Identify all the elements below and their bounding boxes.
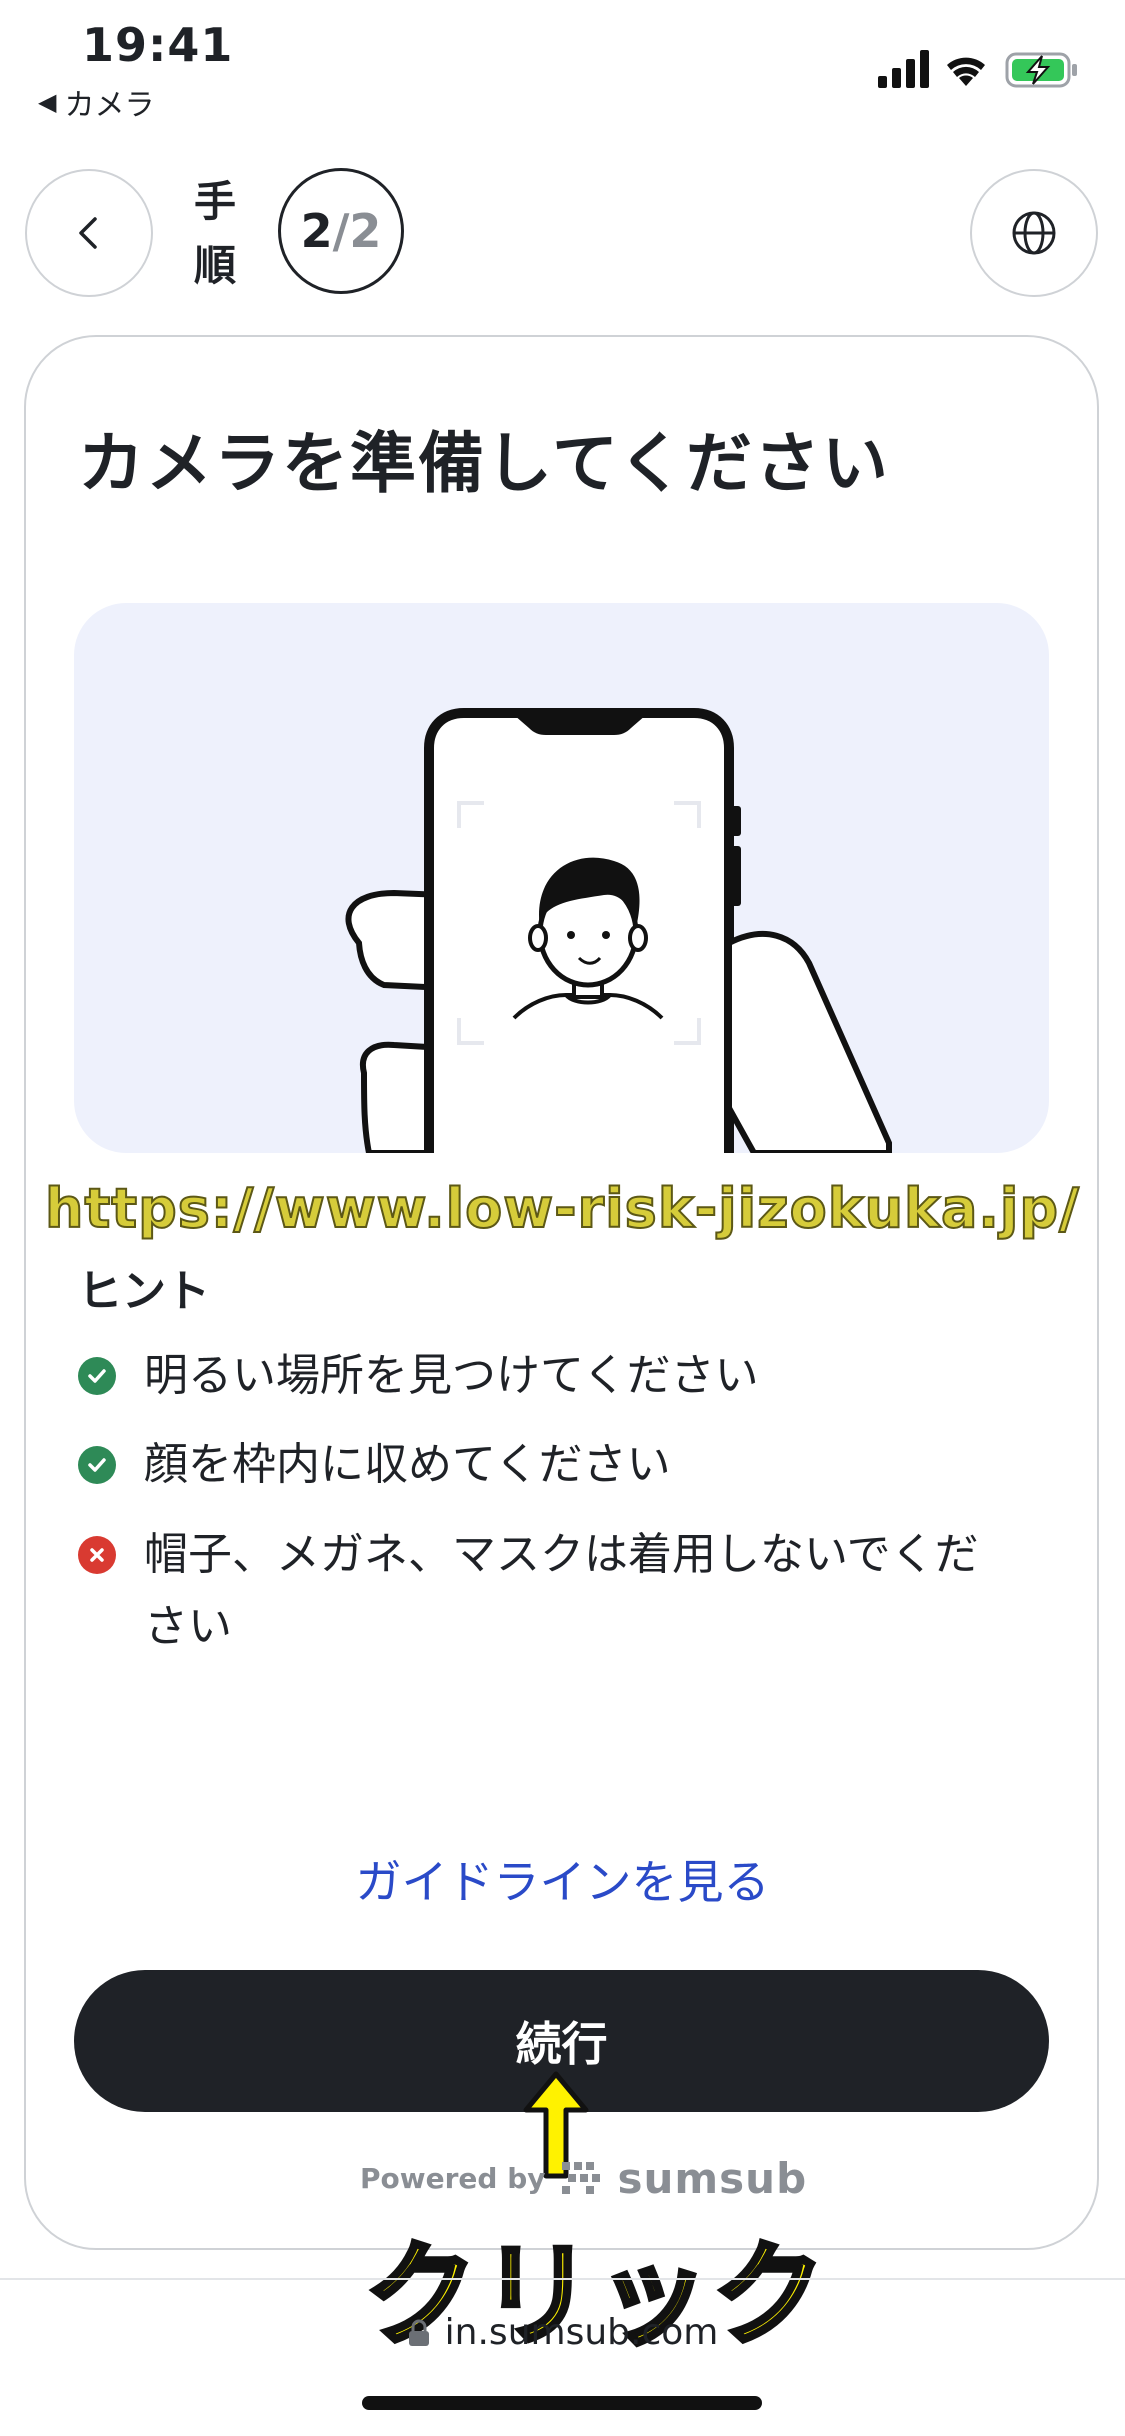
- hint-item: 明るい場所を見つけてください: [78, 1340, 1018, 1412]
- phone-selfie-illustration: [74, 603, 1049, 1153]
- powered-by-brand: sumsub: [617, 2153, 808, 2203]
- check-circle-icon: [78, 1446, 116, 1484]
- watermark-url: https://www.low-risk-jizokuka.jp/: [44, 1176, 1080, 1241]
- cellular-signal-icon: [878, 50, 929, 88]
- hint-item: 帽子、メガネ、マスクは着用しないでください: [78, 1519, 1018, 1663]
- hints-heading: ヒント: [78, 1266, 210, 1317]
- guidelines-link[interactable]: ガイドラインを見る: [0, 1846, 1125, 1912]
- hint-text: 明るい場所を見つけてください: [144, 1350, 759, 1401]
- step-current: 2: [300, 204, 333, 258]
- url-bar[interactable]: in.sumsub.com: [0, 2312, 1125, 2353]
- status-time: 19:41: [82, 18, 234, 72]
- check-circle-icon: [78, 1357, 116, 1395]
- step-total: 2: [349, 204, 382, 258]
- back-to-app-link[interactable]: ◀ カメラ: [38, 80, 154, 124]
- powered-by-prefix: Powered by: [360, 2161, 546, 2195]
- back-triangle-icon: ◀: [38, 88, 57, 116]
- hint-text: 顔を枠内に収めてください: [144, 1439, 671, 1490]
- lock-icon: [408, 2319, 429, 2346]
- back-button[interactable]: [25, 169, 153, 297]
- url-domain: in.sumsub.com: [444, 2312, 719, 2353]
- page-title: カメラを準備してください: [78, 425, 891, 502]
- sumsub-logo-icon: [561, 2162, 600, 2194]
- cross-circle-icon: [78, 1536, 116, 1574]
- step-counter: 2/2: [278, 168, 404, 294]
- hint-text: 帽子、メガネ、マスクは着用しないでください: [144, 1529, 979, 1652]
- language-button[interactable]: [970, 169, 1098, 297]
- step-separator: /: [332, 204, 350, 258]
- wifi-icon: [947, 57, 985, 86]
- home-indicator[interactable]: [362, 2396, 762, 2410]
- status-icons: [878, 50, 1077, 88]
- chevron-left-icon: [79, 217, 97, 249]
- globe-icon: [1012, 211, 1056, 255]
- battery-charging-icon: [1005, 52, 1077, 88]
- url-bar-divider: [0, 2278, 1125, 2280]
- step-label: 手順: [193, 177, 236, 290]
- back-app-label: カメラ: [64, 88, 155, 123]
- hint-item: 顔を枠内に収めてください: [78, 1429, 1018, 1501]
- powered-by: Powered by sumsub: [360, 2150, 807, 2206]
